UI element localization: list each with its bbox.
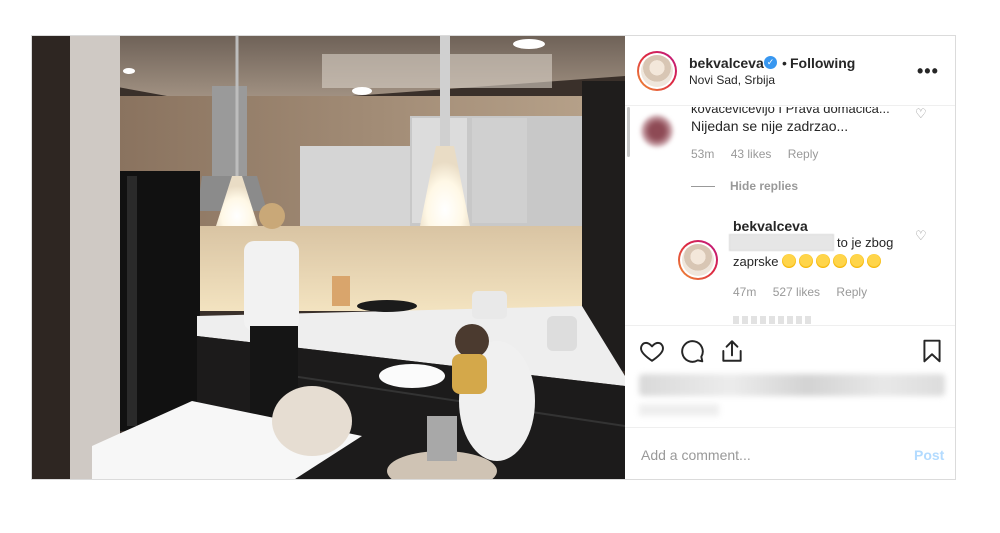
header-username[interactable]: bekvalceva bbox=[689, 55, 764, 71]
post-photo[interactable] bbox=[32, 36, 625, 479]
replies-divider bbox=[691, 186, 715, 187]
reply-text-word: zaprske bbox=[733, 254, 779, 269]
post-actions bbox=[625, 325, 955, 375]
following-button[interactable]: Following bbox=[790, 55, 855, 71]
laughing-emoji-icon bbox=[798, 254, 813, 268]
reply-mention-blurred bbox=[729, 234, 834, 251]
reply-text-line2: zaprske bbox=[733, 254, 881, 269]
comment-username-cut: kovacevicevljo I Prava domacica... bbox=[691, 107, 890, 116]
reply-username[interactable]: bekvalceva bbox=[733, 218, 808, 234]
comments-list[interactable]: kovacevicevljo I Prava domacica... Nijed… bbox=[625, 107, 955, 324]
location-link[interactable]: Novi Sad, Srbija bbox=[689, 73, 775, 87]
reply-avatar[interactable] bbox=[678, 240, 718, 280]
comment-meta: 53m 43 likes Reply bbox=[691, 147, 831, 161]
comments-scrollbar[interactable] bbox=[627, 107, 630, 157]
bookmark-icon[interactable] bbox=[919, 338, 945, 364]
reply-like-heart-icon[interactable]: ♡ bbox=[915, 229, 928, 242]
reply-text-line1: to je zbog bbox=[837, 235, 894, 250]
comment-likes[interactable]: 43 likes bbox=[731, 147, 772, 161]
reply-time: 47m bbox=[733, 285, 757, 299]
avatar[interactable] bbox=[637, 51, 677, 91]
post-side-panel: bekvalceva ✓ • Following Novi Sad, Srbij… bbox=[625, 36, 955, 479]
share-icon[interactable] bbox=[719, 338, 745, 364]
next-comment-cut bbox=[733, 316, 813, 324]
laughing-emoji-icon bbox=[781, 254, 796, 268]
hide-replies-button[interactable]: Hide replies bbox=[730, 179, 798, 193]
comment-time: 53m bbox=[691, 147, 715, 161]
verified-badge-icon: ✓ bbox=[764, 56, 777, 69]
comment-text: Nijedan se nije zadrzao... bbox=[691, 118, 849, 134]
comment-like-heart-icon[interactable]: ♡ bbox=[915, 107, 928, 120]
laughing-emoji-icon bbox=[815, 254, 830, 268]
comment-reply-button[interactable]: Reply bbox=[788, 147, 819, 161]
likes-count-blurred bbox=[639, 374, 945, 396]
laughing-emoji-icon bbox=[849, 254, 864, 268]
post-time-blurred bbox=[639, 404, 719, 416]
reply-reply-button[interactable]: Reply bbox=[836, 285, 867, 299]
header-separator: • bbox=[782, 55, 787, 71]
comment-icon[interactable] bbox=[679, 338, 705, 364]
add-comment-input[interactable] bbox=[641, 445, 891, 465]
instagram-post: bekvalceva ✓ • Following Novi Sad, Srbij… bbox=[31, 35, 956, 480]
post-comment-button[interactable]: Post bbox=[914, 447, 944, 463]
page: bekvalceva ✓ • Following Novi Sad, Srbij… bbox=[0, 0, 1000, 533]
laughing-emoji-icon bbox=[866, 254, 881, 268]
more-horizontal-icon[interactable]: ••• bbox=[917, 61, 941, 81]
reply-likes[interactable]: 527 likes bbox=[773, 285, 820, 299]
kitchen-photo bbox=[32, 36, 625, 479]
commenter-avatar-blurred[interactable] bbox=[641, 115, 673, 147]
laughing-emoji-icon bbox=[832, 254, 847, 268]
add-comment-bar: Post bbox=[625, 427, 955, 479]
post-header: bekvalceva ✓ • Following Novi Sad, Srbij… bbox=[625, 36, 955, 106]
heart-icon[interactable] bbox=[639, 338, 665, 364]
reply-meta: 47m 527 likes Reply bbox=[733, 285, 880, 299]
